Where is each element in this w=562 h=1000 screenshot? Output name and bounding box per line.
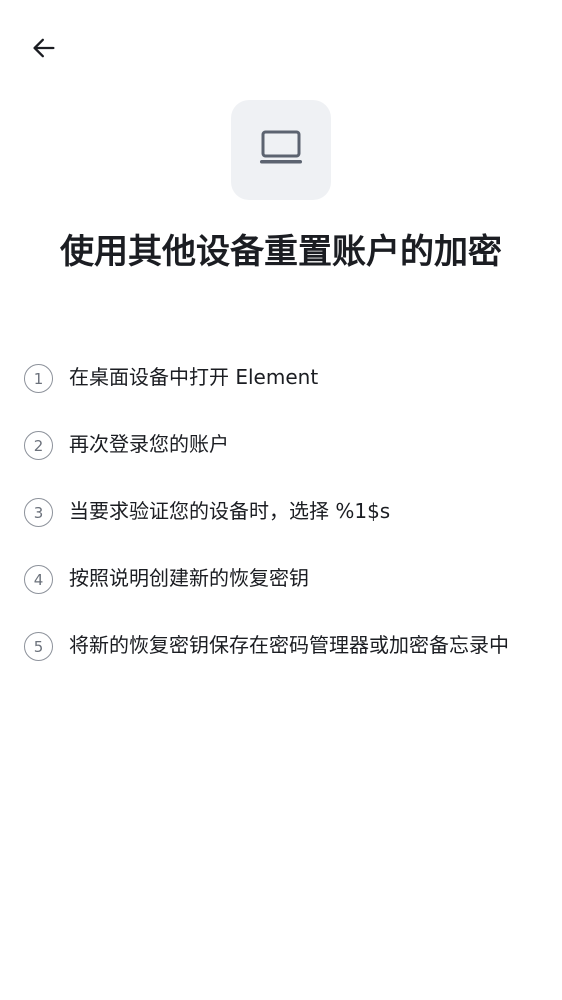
- step-number-badge: 2: [24, 431, 53, 460]
- step-text: 再次登录您的账户: [69, 432, 229, 456]
- step-item: 2 再次登录您的账户: [24, 429, 540, 460]
- step-number-badge: 5: [24, 632, 53, 661]
- page-title: 使用其他设备重置账户的加密: [60, 232, 502, 272]
- step-item: 5 将新的恢复密钥保存在密码管理器或加密备忘录中: [24, 630, 540, 661]
- laptop-icon: [257, 124, 305, 176]
- back-button[interactable]: [24, 30, 64, 70]
- step-number-badge: 3: [24, 498, 53, 527]
- step-number-badge: 4: [24, 565, 53, 594]
- arrow-left-icon: [30, 34, 58, 66]
- step-item: 4 按照说明创建新的恢复密钥: [24, 563, 540, 594]
- steps-list: 1 在桌面设备中打开 Element 2 再次登录您的账户 3 当要求验证您的设…: [24, 362, 540, 697]
- step-text: 按照说明创建新的恢复密钥: [69, 566, 309, 590]
- step-text: 在桌面设备中打开 Element: [69, 365, 319, 389]
- step-text: 当要求验证您的设备时，选择 %1$s: [69, 499, 391, 523]
- step-text: 将新的恢复密钥保存在密码管理器或加密备忘录中: [69, 633, 509, 657]
- step-item: 3 当要求验证您的设备时，选择 %1$s: [24, 496, 540, 527]
- device-icon-tile: [231, 100, 331, 200]
- step-number-badge: 1: [24, 364, 53, 393]
- reset-encryption-screen: 使用其他设备重置账户的加密 1 在桌面设备中打开 Element 2 再次登录您…: [0, 0, 562, 1000]
- step-item: 1 在桌面设备中打开 Element: [24, 362, 540, 393]
